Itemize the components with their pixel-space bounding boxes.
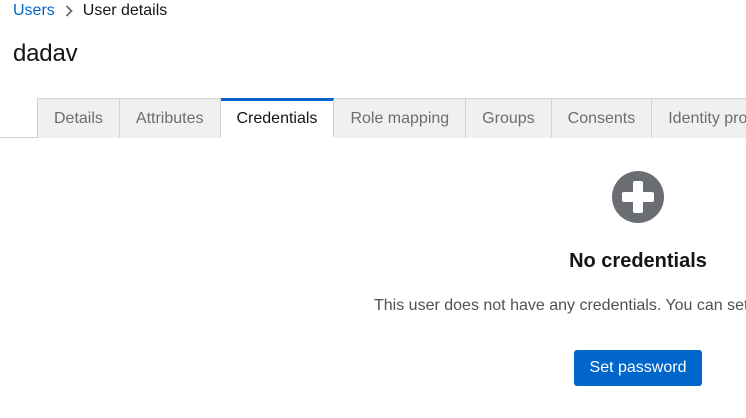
empty-state-body: This user does not have any credentials.… [374,297,746,314]
breadcrumb: Users User details [13,2,167,20]
tab-groups[interactable]: Groups [466,98,552,138]
tab-bar: Details Attributes Credentials Role mapp… [0,98,746,138]
breadcrumb-current: User details [82,2,168,19]
tab-identity-provider-links[interactable]: Identity pro [652,98,746,138]
tab-credentials[interactable]: Credentials [220,98,335,138]
chevron-right-icon [55,5,83,17]
tabs-list: Details Attributes Credentials Role mapp… [37,98,746,138]
plus-circle-icon [612,171,664,223]
tab-consents[interactable]: Consents [551,98,653,138]
tab-attributes[interactable]: Attributes [119,98,221,138]
breadcrumb-users-link[interactable]: Users [13,2,55,20]
tab-role-mapping[interactable]: Role mapping [334,98,467,138]
set-password-button[interactable]: Set password [574,350,702,386]
page-title: dadav [13,40,78,67]
empty-state-title: No credentials [569,250,707,272]
tab-details[interactable]: Details [37,98,120,138]
